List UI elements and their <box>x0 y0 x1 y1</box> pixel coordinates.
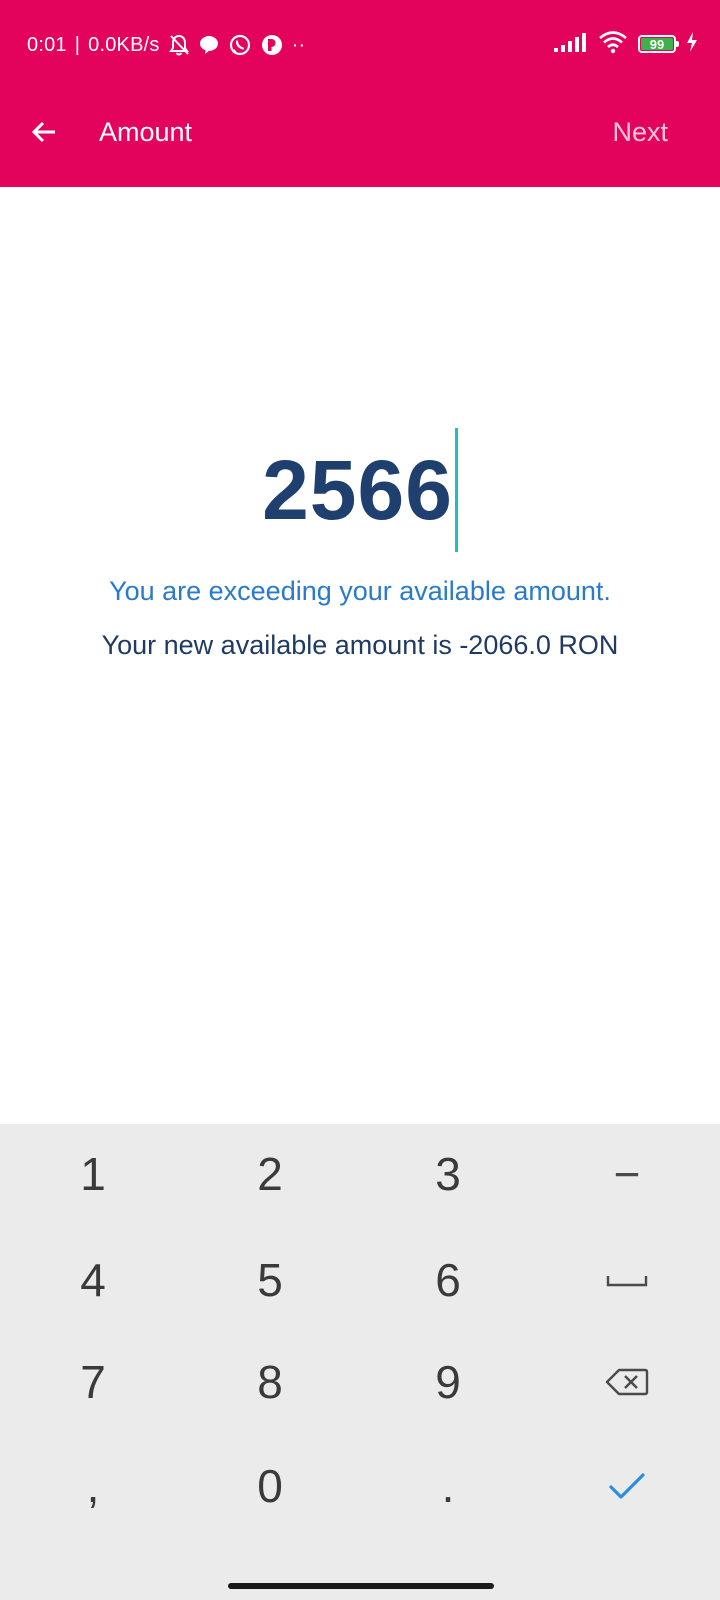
amount-input[interactable]: 2566 <box>262 440 453 540</box>
key-dot[interactable]: . <box>368 1436 528 1536</box>
muted-bell-icon <box>168 33 190 57</box>
chat-bubble-icon <box>198 34 220 56</box>
status-bar: 0:01 | 0.0KB/s ·· 99 <box>0 0 720 88</box>
key-9[interactable]: 9 <box>368 1332 528 1432</box>
wifi-icon <box>598 30 628 59</box>
key-2[interactable]: 2 <box>190 1124 350 1224</box>
status-left: 0:01 | 0.0KB/s ·· <box>27 30 305 60</box>
key-8[interactable]: 8 <box>190 1332 350 1432</box>
checkmark-icon <box>609 1473 645 1499</box>
status-net-speed: 0.0KB/s <box>88 33 160 56</box>
status-time: 0:01 <box>27 33 67 56</box>
key-4[interactable]: 4 <box>13 1230 173 1330</box>
text-caret <box>454 428 458 552</box>
page-title: Amount <box>99 117 193 147</box>
app-bar: Amount Next <box>0 88 720 187</box>
key-7[interactable]: 7 <box>13 1332 173 1432</box>
key-5[interactable]: 5 <box>190 1230 350 1330</box>
numeric-keyboard: 1 2 3 − 4 5 6 7 8 9 , 0 . <box>0 1124 720 1600</box>
key-comma[interactable]: , <box>13 1436 173 1536</box>
battery-level: 99 <box>649 36 665 52</box>
whatsapp-icon <box>228 33 252 57</box>
exceeding-warning: You are exceeding your available amount. <box>109 576 611 606</box>
key-6[interactable]: 6 <box>368 1230 528 1330</box>
key-done[interactable] <box>547 1436 707 1536</box>
back-button[interactable] <box>20 108 68 156</box>
arrow-left-icon <box>31 121 55 143</box>
home-indicator[interactable] <box>228 1583 494 1589</box>
signal-icon <box>554 31 588 58</box>
new-available-amount: Your new available amount is -2066.0 RON <box>101 630 619 660</box>
key-1[interactable]: 1 <box>13 1124 173 1224</box>
app-notification-icon <box>260 33 284 57</box>
space-icon <box>606 1276 648 1287</box>
key-0[interactable]: 0 <box>190 1436 350 1536</box>
backspace-icon <box>605 1368 649 1396</box>
key-minus[interactable]: − <box>547 1124 707 1224</box>
battery-icon: 99 <box>638 35 679 53</box>
next-button[interactable]: Next <box>612 112 668 152</box>
status-separator: | <box>74 33 81 56</box>
key-backspace[interactable] <box>547 1332 707 1432</box>
key-space[interactable] <box>547 1230 707 1330</box>
charging-bolt-icon <box>686 31 698 57</box>
amount-field[interactable]: 2566 <box>0 425 720 555</box>
status-right: 99 <box>554 28 698 60</box>
status-more: ·· <box>291 33 306 56</box>
key-3[interactable]: 3 <box>368 1124 528 1224</box>
